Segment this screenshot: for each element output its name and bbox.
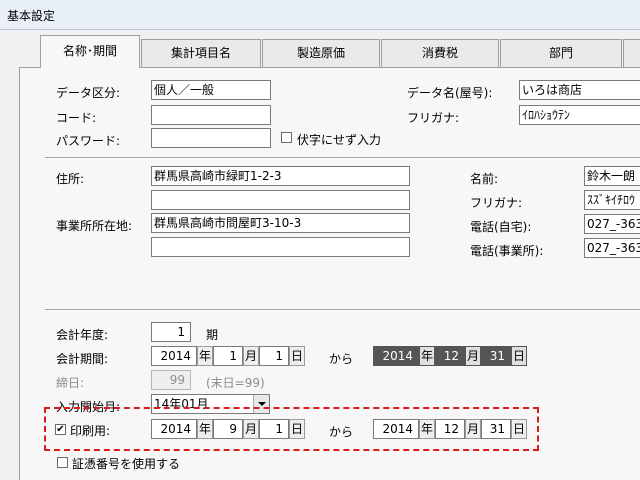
- print-from-year[interactable]: 2014: [151, 419, 197, 439]
- year-unit: 年: [197, 419, 213, 439]
- data-name-label: データ名(屋号):: [407, 86, 493, 100]
- period-label: 会計期間:: [56, 352, 109, 366]
- print-to-day[interactable]: 31: [481, 419, 511, 439]
- address-field-2[interactable]: [151, 190, 410, 210]
- kana-field[interactable]: ｽｽﾞｷｲﾁﾛｳ: [584, 190, 640, 210]
- month-unit: 月: [243, 346, 259, 366]
- code-label: コード:: [56, 111, 97, 125]
- month-unit: 月: [243, 419, 259, 439]
- password-label: パスワード:: [56, 134, 121, 148]
- year-unit: 年: [419, 346, 435, 366]
- tel-home-field[interactable]: 027_-363: [584, 214, 640, 234]
- voucher-number-checkbox[interactable]: [57, 457, 68, 468]
- period-from-month[interactable]: 1: [213, 346, 243, 366]
- day-unit: 日: [289, 346, 305, 366]
- day-unit: 日: [511, 346, 527, 366]
- voucher-number-label: 証憑番号を使用する: [72, 457, 181, 471]
- period-from-day[interactable]: 1: [259, 346, 289, 366]
- data-kubun-label: データ区分:: [56, 86, 121, 100]
- office-address-label: 事業所所在地:: [56, 219, 133, 233]
- year-unit: 年: [197, 346, 213, 366]
- tel-office-label: 電話(事業所):: [470, 244, 544, 258]
- fiscal-year-label: 会計年度:: [56, 328, 109, 342]
- print-label: 印刷用:: [70, 424, 111, 438]
- closing-day-note: (末日=99): [206, 376, 265, 390]
- period-to-year[interactable]: 2014: [373, 346, 419, 366]
- tab-aggregate-items[interactable]: 集計項目名: [141, 39, 261, 67]
- furigana-field[interactable]: ｲﾛﾊｼｮｳﾃﾝ: [519, 105, 640, 125]
- month-unit: 月: [465, 346, 481, 366]
- tab-manufacturing-cost[interactable]: 製造原価: [262, 39, 380, 67]
- data-kubun-field[interactable]: 個人／一般: [151, 80, 271, 100]
- kana-label: フリガナ:: [470, 196, 523, 210]
- tab-overflow[interactable]: [623, 39, 640, 67]
- office-address-field-2[interactable]: [151, 237, 410, 257]
- print-to-year[interactable]: 2014: [373, 419, 419, 439]
- window-title: 基本設定: [7, 9, 56, 23]
- period-to-day[interactable]: 31: [481, 346, 511, 366]
- tab-consumption-tax[interactable]: 消費税: [381, 39, 499, 67]
- ki-label: 期: [206, 328, 219, 342]
- office-address-field-1[interactable]: 群馬県高崎市問屋町3-10-3: [151, 213, 410, 233]
- separator: [45, 309, 640, 311]
- closing-day-label: 締日:: [56, 376, 85, 390]
- period-to-month[interactable]: 12: [435, 346, 465, 366]
- tab-department[interactable]: 部門: [500, 39, 622, 67]
- print-from-day[interactable]: 1: [259, 419, 289, 439]
- password-field[interactable]: [151, 128, 271, 148]
- name-field[interactable]: 鈴木一朗: [584, 166, 640, 186]
- period-from-year[interactable]: 2014: [151, 346, 197, 366]
- title-bar: 基本設定: [0, 0, 640, 30]
- day-unit: 日: [511, 419, 527, 439]
- print-to-month[interactable]: 12: [435, 419, 465, 439]
- fiscal-year-field[interactable]: 1: [151, 322, 191, 342]
- kara-label: から: [329, 425, 354, 439]
- hide-password-label: 伏字にせず入力: [297, 133, 382, 147]
- closing-day-field[interactable]: 99: [151, 370, 191, 390]
- tel-office-field[interactable]: 027_-363: [584, 238, 640, 258]
- tab-name-period[interactable]: 名称･期間: [40, 35, 140, 68]
- tel-home-label: 電話(自宅):: [470, 220, 532, 234]
- hide-password-checkbox[interactable]: [281, 132, 292, 143]
- address-label: 住所:: [56, 172, 85, 186]
- month-unit: 月: [465, 419, 481, 439]
- print-from-month[interactable]: 9: [213, 419, 243, 439]
- address-field-1[interactable]: 群馬県高崎市緑町1-2-3: [151, 166, 410, 186]
- name-label: 名前:: [470, 172, 499, 186]
- furigana-label: フリガナ:: [407, 111, 460, 125]
- data-name-field[interactable]: いろは商店: [519, 80, 640, 100]
- day-unit: 日: [289, 419, 305, 439]
- print-checkbox[interactable]: ✔: [55, 424, 66, 435]
- separator: [45, 157, 640, 159]
- kara-label: から: [329, 352, 354, 366]
- code-field[interactable]: [151, 105, 271, 125]
- chevron-down-icon: [258, 402, 266, 406]
- year-unit: 年: [419, 419, 435, 439]
